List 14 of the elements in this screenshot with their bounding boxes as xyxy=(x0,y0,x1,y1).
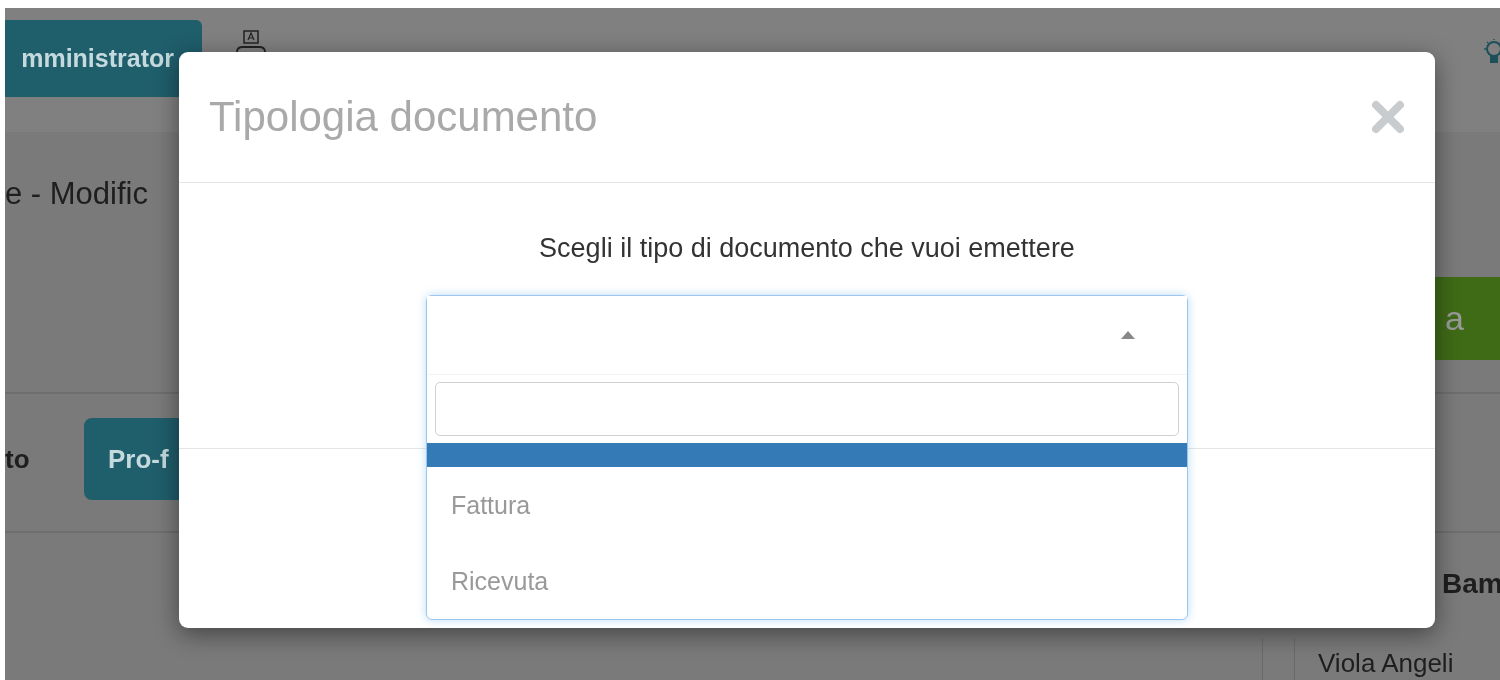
field-label: to xyxy=(5,444,30,475)
blank-option[interactable] xyxy=(427,443,1187,467)
page-title: e - Modific xyxy=(5,176,148,212)
dropdown-option[interactable]: Fattura xyxy=(427,467,1187,543)
role-button[interactable]: mministrator xyxy=(5,20,202,97)
modal-title: Tipologia documento xyxy=(209,93,598,141)
table-cell: Viola Angeli xyxy=(1318,648,1454,679)
action-button[interactable]: a xyxy=(1435,277,1500,360)
dropdown-option[interactable]: Ricevuta xyxy=(427,543,1187,619)
close-icon[interactable] xyxy=(1371,100,1405,134)
prompt-text: Scegli il tipo di documento che vuoi emettere xyxy=(538,233,1076,264)
document-type-select[interactable]: Fattura Ricevuta xyxy=(426,295,1188,620)
caret-icon xyxy=(1121,331,1135,339)
search-field[interactable] xyxy=(435,382,1179,436)
